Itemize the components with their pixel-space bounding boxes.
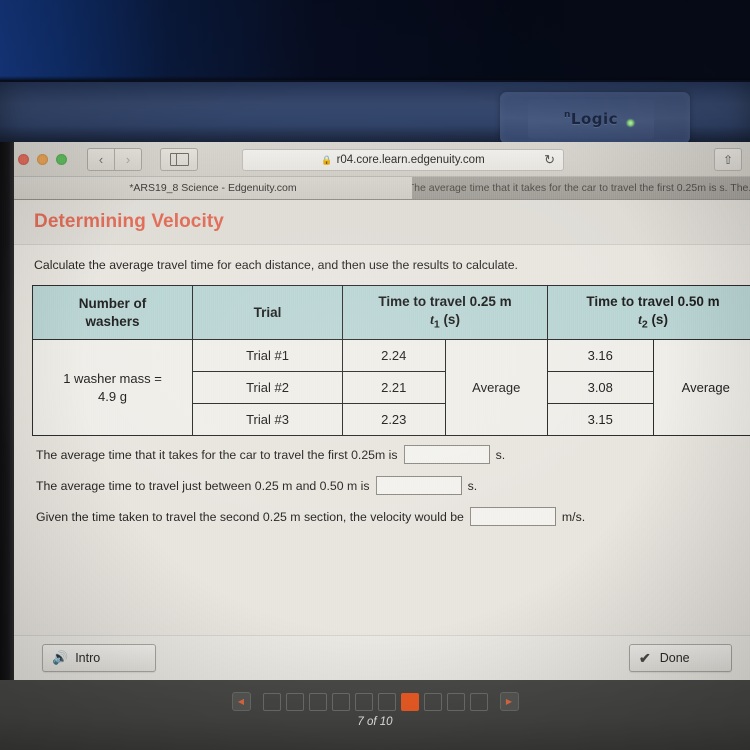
pager-step-1[interactable] <box>262 692 281 711</box>
lesson-instruction: Calculate the average travel time for ea… <box>34 258 518 272</box>
header-time-025: Time to travel 0.25 m t1 (s) <box>342 284 548 341</box>
close-window-button[interactable] <box>18 153 29 165</box>
brand-logo-text: nLogic <box>564 110 618 128</box>
question-row-2: The average time to travel just between … <box>36 476 750 496</box>
maximize-window-button[interactable] <box>56 153 67 165</box>
pager-step-10[interactable] <box>469 692 488 711</box>
browser-toolbar: ‹ › 🔒 r04.core.learn.edgenuity.com ↻ ⇧ <box>14 142 750 177</box>
cell-t2-value: 3.08 <box>547 371 654 405</box>
chevron-left-icon: ◀ <box>237 697 245 706</box>
screen-left-edge <box>0 142 14 680</box>
cell-washer-mass: 1 washer mass = 4.9 g <box>32 339 193 437</box>
pager-step-6[interactable] <box>377 692 396 711</box>
header-t1-symbol: t1 (s) <box>430 311 460 331</box>
intro-button[interactable]: 🔊 Intro <box>42 644 156 672</box>
brand-logo-main: Logic <box>570 110 619 128</box>
cell-trial-label: Trial #1 <box>192 339 343 373</box>
question-2-unit: s. <box>467 478 478 493</box>
done-button-label: Done <box>659 651 690 665</box>
reload-icon[interactable]: ↻ <box>544 153 555 167</box>
cell-t1-value: 2.23 <box>342 403 446 437</box>
page-title: Determining Velocity <box>34 211 224 232</box>
intro-button-label: Intro <box>75 651 101 665</box>
room-background <box>0 0 750 82</box>
share-button[interactable]: ⇧ <box>714 148 742 171</box>
webcam-module: nLogic <box>500 92 690 144</box>
sidebar-icon <box>169 152 189 166</box>
lesson-footer: ◀ ▶ 7 of 10 <box>0 680 750 750</box>
cell-trial-label: Trial #3 <box>192 403 343 437</box>
pager-step-7-current[interactable] <box>400 692 419 711</box>
brand-logo-plate: nLogic <box>528 99 654 139</box>
forward-button[interactable]: › <box>114 147 142 171</box>
question-1-unit: s. <box>495 447 506 462</box>
header-number-of-washers: Number of washers <box>32 284 193 341</box>
question-3-unit: m/s. <box>561 509 586 524</box>
cell-t2-value: 3.16 <box>547 339 654 373</box>
step-pager: ◀ ▶ <box>0 692 750 711</box>
pager-step-4[interactable] <box>331 692 350 711</box>
pager-step-3[interactable] <box>308 692 327 711</box>
window-controls[interactable] <box>18 153 67 165</box>
cell-t1-average: Average <box>444 339 548 437</box>
cell-t1-value: 2.24 <box>342 339 446 373</box>
cell-t1-value: 2.21 <box>342 371 446 405</box>
navigation-buttons: ‹ › <box>87 147 142 171</box>
lesson-page: Determining Velocity Calculate the avera… <box>14 200 750 680</box>
pager-step-9[interactable] <box>446 692 465 711</box>
back-button[interactable]: ‹ <box>87 147 114 171</box>
pager-next-button[interactable]: ▶ <box>499 692 519 711</box>
table-row: 1 washer mass = 4.9 g Trial #1 2.24 Aver… <box>32 339 750 437</box>
check-icon: ✔ <box>639 649 651 666</box>
answer-input-3[interactable] <box>469 507 556 527</box>
cell-t2-average: Average <box>652 339 750 437</box>
header-trial: Trial <box>192 284 343 341</box>
table-header-row: Number of washers Trial Time to travel 0… <box>32 284 750 341</box>
pager-label: 7 of 10 <box>357 716 393 728</box>
cell-t2-value: 3.15 <box>547 403 654 437</box>
question-2-prefix: The average time to travel just between … <box>36 478 370 493</box>
header-t2-symbol: t2 (s) <box>638 311 668 331</box>
address-bar-url: r04.core.learn.edgenuity.com <box>336 154 485 166</box>
photo-of-laptop-screen: nLogic ‹ › 🔒 r04.core.learn.edgenuity.co… <box>0 0 750 750</box>
lesson-button-bar: 🔊 Intro ✔ Done <box>14 635 750 680</box>
status-led-icon <box>626 119 635 127</box>
share-icon: ⇧ <box>722 152 734 167</box>
pager-step-5[interactable] <box>354 692 373 711</box>
laptop-bezel: nLogic <box>0 80 750 147</box>
pager-prev-button[interactable]: ◀ <box>231 692 251 711</box>
address-bar[interactable]: 🔒 r04.core.learn.edgenuity.com ↻ <box>242 149 564 171</box>
chevron-right-icon: ▶ <box>505 697 513 706</box>
lesson-header: Determining Velocity <box>14 200 750 245</box>
question-3-prefix: Given the time taken to travel the secon… <box>36 509 464 524</box>
minimize-window-button[interactable] <box>37 153 48 165</box>
tab-search-result[interactable]: The average time that it takes for the c… <box>412 177 750 199</box>
question-row-3: Given the time taken to travel the secon… <box>36 507 750 527</box>
answer-input-1[interactable] <box>403 445 490 465</box>
pager-step-2[interactable] <box>285 692 304 711</box>
browser-window: ‹ › 🔒 r04.core.learn.edgenuity.com ↻ ⇧ *… <box>14 142 750 680</box>
question-list: The average time that it takes for the c… <box>36 445 750 527</box>
speaker-icon: 🔊 <box>52 650 69 665</box>
table-body: 1 washer mass = 4.9 g Trial #1 2.24 Aver… <box>32 339 750 437</box>
tab-bar: *ARS19_8 Science - Edgenuity.com The ave… <box>14 177 750 200</box>
question-row-1: The average time that it takes for the c… <box>36 445 750 465</box>
measurements-table: Number of washers Trial Time to travel 0… <box>32 284 750 437</box>
answer-input-2[interactable] <box>375 476 462 496</box>
sidebar-toggle-button[interactable] <box>160 147 198 171</box>
pager-step-8[interactable] <box>423 692 442 711</box>
cell-trial-label: Trial #2 <box>192 371 343 405</box>
tab-edgenuity-science[interactable]: *ARS19_8 Science - Edgenuity.com <box>14 177 412 199</box>
done-button[interactable]: ✔ Done <box>629 644 732 672</box>
brand-logo-prefix: n <box>563 110 571 120</box>
lock-icon: 🔒 <box>321 154 333 165</box>
question-1-prefix: The average time that it takes for the c… <box>36 447 398 462</box>
header-time-050: Time to travel 0.50 m t2 (s) <box>547 284 750 341</box>
